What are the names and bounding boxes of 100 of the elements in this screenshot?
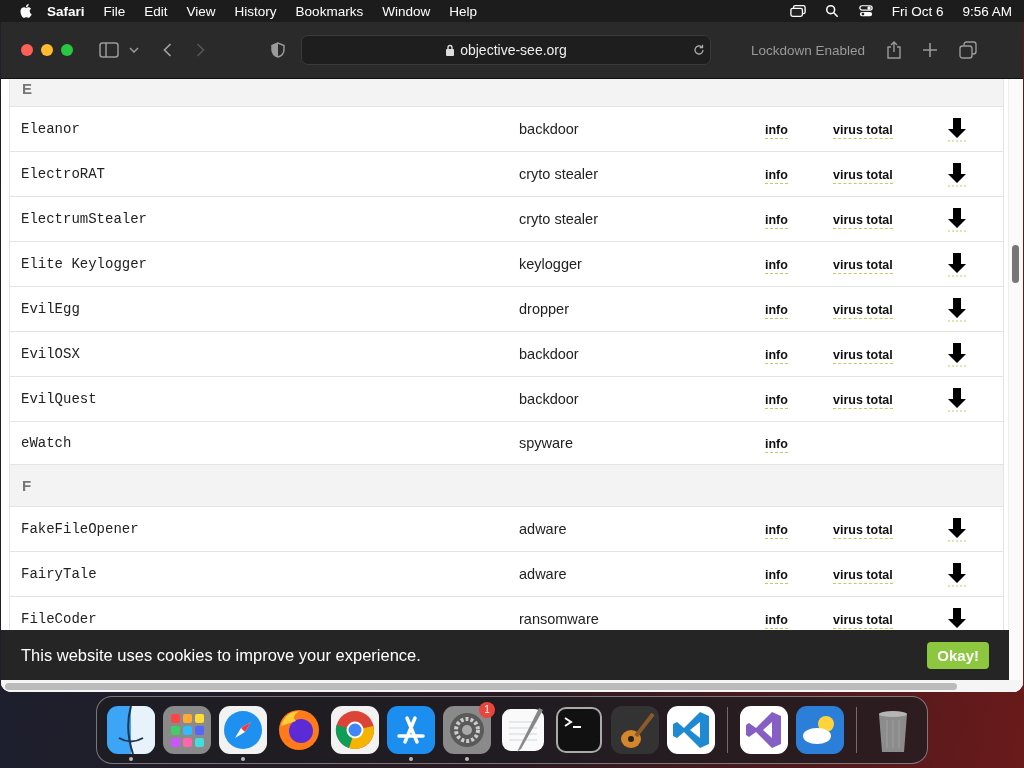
menu-item[interactable]: Window: [382, 3, 431, 19]
menubar-date[interactable]: Fri Oct 6: [891, 3, 944, 19]
zoom-button[interactable]: [61, 44, 73, 56]
info-link[interactable]: info: [765, 213, 788, 229]
shield-icon[interactable]: [271, 42, 285, 58]
menu-item[interactable]: Help: [449, 3, 477, 19]
info-link[interactable]: info: [765, 348, 788, 364]
malware-name: FairyTale: [20, 566, 98, 582]
virus-total-link[interactable]: virus total: [833, 523, 893, 539]
download-icon[interactable]: [947, 208, 967, 232]
malware-name: FakeFileOpener: [20, 521, 140, 537]
virus-total-link[interactable]: virus total: [833, 213, 893, 229]
back-icon[interactable]: [163, 43, 172, 57]
settings-icon[interactable]: [443, 706, 491, 754]
malware-type: cryto stealer: [519, 166, 599, 182]
sidebar-icon[interactable]: [99, 42, 119, 58]
lock-icon: [445, 44, 456, 56]
cookie-message: This website uses cookies to improve your experience.: [21, 645, 422, 665]
apple-icon[interactable]: [20, 3, 33, 19]
malware-name: ElectroRAT: [20, 166, 106, 182]
info-link[interactable]: info: [765, 437, 788, 453]
weather-icon[interactable]: [796, 706, 844, 754]
windows-icon[interactable]: [789, 4, 806, 18]
search-icon[interactable]: [823, 4, 840, 18]
menu-item[interactable]: Edit: [144, 3, 168, 19]
malware-type: cryto stealer: [519, 211, 599, 227]
garageband-icon[interactable]: [611, 706, 659, 754]
malware-type: dropper: [519, 301, 570, 317]
visualstudio-icon[interactable]: [740, 706, 788, 754]
menubar-time[interactable]: 9:56 AM: [962, 3, 1012, 19]
reload-icon[interactable]: [693, 44, 705, 56]
malware-type: adware: [519, 521, 568, 537]
notification-badge: 1: [479, 702, 495, 718]
launchpad-icon[interactable]: [163, 706, 211, 754]
malware-name: eWatch: [20, 435, 73, 451]
info-link[interactable]: info: [765, 303, 788, 319]
lockdown-status: Lockdown Enabled: [751, 42, 866, 58]
info-link[interactable]: info: [765, 613, 788, 629]
menu-item[interactable]: View: [186, 3, 216, 19]
share-icon[interactable]: [887, 41, 902, 59]
section-letter: E: [22, 80, 32, 97]
terminal-icon[interactable]: [555, 706, 603, 754]
address-field[interactable]: objective-see.org: [301, 35, 711, 65]
malware-name: EvilEgg: [20, 301, 81, 317]
malware-name: EvilQuest: [20, 391, 98, 407]
download-icon[interactable]: [947, 253, 967, 277]
horizontal-scrollbar[interactable]: [1, 680, 1023, 692]
malware-type: backdoor: [519, 346, 580, 362]
malware-type: keylogger: [519, 256, 583, 272]
tabs-overview-icon[interactable]: [959, 41, 978, 59]
info-link[interactable]: info: [765, 393, 788, 409]
malware-name: ElectrumStealer: [20, 211, 149, 227]
close-button[interactable]: [21, 44, 33, 56]
toggles-icon[interactable]: [857, 4, 874, 18]
download-icon[interactable]: [947, 118, 967, 142]
virus-total-link[interactable]: virus total: [833, 613, 893, 629]
download-icon[interactable]: [947, 298, 967, 322]
virus-total-link[interactable]: virus total: [833, 168, 893, 184]
scroll-thumb[interactable]: [5, 683, 957, 690]
download-icon[interactable]: [947, 343, 967, 367]
malware-type: ransomware: [519, 611, 600, 627]
malware-name: Elite Keylogger: [20, 256, 149, 272]
download-icon[interactable]: [947, 563, 967, 587]
download-icon[interactable]: [947, 388, 967, 412]
info-link[interactable]: info: [765, 168, 788, 184]
appstore-icon[interactable]: [387, 706, 435, 754]
vscode-icon[interactable]: [667, 706, 715, 754]
virus-total-link[interactable]: virus total: [833, 568, 893, 584]
malware-name: FileCoder: [20, 611, 98, 627]
scroll-thumb[interactable]: [1012, 245, 1020, 283]
textedit-icon[interactable]: [499, 706, 547, 754]
section-letter: F: [22, 477, 32, 494]
virus-total-link[interactable]: virus total: [833, 393, 893, 409]
menu-item[interactable]: History: [234, 3, 277, 19]
virus-total-link[interactable]: virus total: [833, 258, 893, 274]
info-link[interactable]: info: [765, 523, 788, 539]
virus-total-link[interactable]: virus total: [833, 303, 893, 319]
chevron-down-icon[interactable]: [129, 47, 139, 53]
info-link[interactable]: info: [765, 123, 788, 139]
virus-total-link[interactable]: virus total: [833, 348, 893, 364]
info-link[interactable]: info: [765, 258, 788, 274]
menu-item[interactable]: Safari: [47, 3, 85, 19]
safari-icon[interactable]: [219, 706, 267, 754]
malware-name: Eleanor: [20, 121, 81, 137]
download-icon[interactable]: [947, 163, 967, 187]
malware-type: backdoor: [519, 121, 580, 137]
malware-type: adware: [519, 566, 568, 582]
info-link[interactable]: info: [765, 568, 788, 584]
malware-type: spyware: [519, 435, 574, 451]
new-tab-icon[interactable]: [923, 43, 938, 57]
finder-icon[interactable]: [107, 706, 155, 754]
virus-total-link[interactable]: virus total: [833, 123, 893, 139]
menu-item[interactable]: Bookmarks: [295, 3, 364, 19]
malware-name: EvilOSX: [20, 346, 81, 362]
vertical-scrollbar[interactable]: [1008, 79, 1023, 680]
minimize-button[interactable]: [41, 44, 53, 56]
malware-type: backdoor: [519, 391, 580, 407]
menu-item[interactable]: File: [103, 3, 126, 19]
chrome-icon[interactable]: [331, 706, 379, 754]
download-icon[interactable]: [947, 518, 967, 542]
